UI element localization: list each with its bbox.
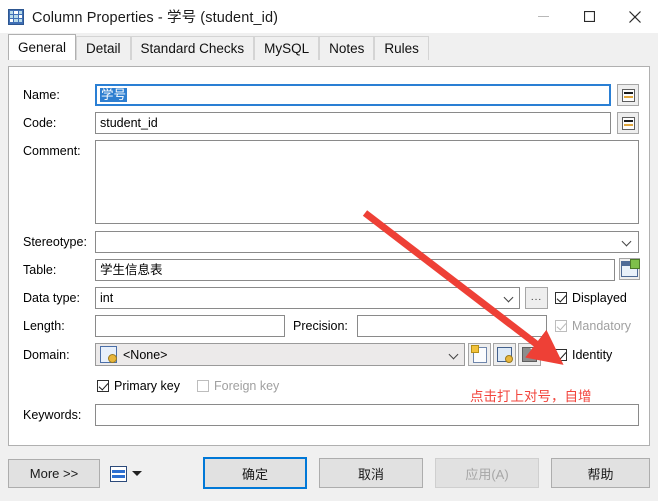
title-bar: Column Properties - 学号 (student_id) — [0, 0, 658, 33]
help-button[interactable]: 帮助 — [551, 458, 650, 488]
folder-icon — [522, 347, 537, 362]
tab-notes[interactable]: Notes — [319, 36, 375, 60]
keywords-label: Keywords: — [23, 408, 82, 422]
length-label: Length: — [23, 319, 65, 333]
displayed-label: Displayed — [572, 291, 627, 305]
precision-input[interactable] — [357, 315, 547, 337]
window-title: Column Properties - 学号 (student_id) — [32, 10, 279, 26]
cancel-button[interactable]: 取消 — [319, 458, 423, 488]
primary-key-checkbox[interactable]: Primary key — [97, 379, 180, 393]
maximize-button[interactable] — [566, 0, 612, 33]
data-type-combobox[interactable]: int — [95, 287, 520, 309]
code-input[interactable]: student_id — [95, 112, 611, 134]
name-equals-button[interactable] — [617, 84, 639, 106]
mandatory-checkbox: Mandatory — [555, 319, 631, 333]
ok-button[interactable]: 确定 — [203, 457, 307, 489]
displayed-checkbox[interactable]: Displayed — [555, 291, 627, 305]
magnifier-icon — [497, 347, 513, 363]
checkbox-box — [555, 292, 567, 304]
table-columns-icon — [8, 8, 24, 25]
keywords-input[interactable] — [95, 404, 639, 426]
domain-properties-button[interactable] — [493, 343, 516, 366]
foreign-key-label: Foreign key — [214, 379, 280, 393]
dialog-footer: More >> 确定 取消 应用(A) 帮助 — [0, 446, 658, 501]
domain-value: <None> — [123, 347, 168, 362]
chevron-down-icon[interactable] — [132, 471, 142, 476]
data-type-label: Data type: — [23, 291, 80, 305]
primary-key-label: Primary key — [114, 379, 180, 393]
tab-bar: General Detail Standard Checks MySQL Not… — [0, 33, 658, 60]
table-input[interactable]: 学生信息表 — [95, 259, 615, 281]
apply-button: 应用(A) — [435, 458, 539, 488]
stereotype-label: Stereotype: — [23, 235, 87, 249]
tab-rules[interactable]: Rules — [374, 36, 429, 60]
domain-select-button[interactable] — [518, 343, 541, 366]
close-button[interactable] — [612, 0, 658, 33]
more-button[interactable]: More >> — [8, 459, 100, 488]
print-icon[interactable] — [110, 466, 127, 482]
tab-general[interactable]: General — [8, 34, 77, 60]
data-type-browse-button[interactable]: ... — [525, 287, 548, 309]
domain-icon — [100, 346, 117, 363]
table-edit-icon — [621, 259, 640, 277]
name-input[interactable]: 学号 — [95, 84, 611, 106]
tab-standard-checks[interactable]: Standard Checks — [130, 36, 255, 60]
checkbox-box — [97, 380, 109, 392]
ellipsis-icon: ... — [530, 292, 543, 303]
checkbox-box — [197, 380, 209, 392]
tab-mysql[interactable]: MySQL — [254, 36, 320, 60]
identity-label: Identity — [572, 348, 613, 362]
domain-create-button[interactable] — [468, 343, 491, 366]
domain-label: Domain: — [23, 348, 70, 362]
checkbox-box — [555, 320, 567, 332]
new-document-icon — [470, 344, 487, 363]
equals-icon — [621, 116, 635, 130]
checkbox-box — [555, 349, 567, 361]
table-properties-button[interactable] — [619, 258, 640, 280]
code-label: Code: — [23, 116, 57, 130]
foreign-key-checkbox: Foreign key — [197, 379, 279, 393]
identity-checkbox[interactable]: Identity — [555, 348, 612, 362]
length-input[interactable] — [95, 315, 285, 337]
minimize-button[interactable] — [520, 0, 566, 33]
tab-detail[interactable]: Detail — [76, 36, 131, 60]
comment-textarea[interactable] — [95, 140, 639, 224]
name-input-value: 学号 — [100, 88, 128, 102]
mandatory-label: Mandatory — [572, 319, 632, 333]
stereotype-combobox[interactable] — [95, 231, 639, 253]
precision-label: Precision: — [293, 319, 348, 333]
name-label: Name: — [23, 88, 60, 102]
equals-icon — [621, 88, 635, 102]
comment-label: Comment: — [23, 144, 81, 158]
code-equals-button[interactable] — [617, 112, 639, 134]
annotation-text: 点击打上对号，自增 — [470, 389, 592, 405]
table-label: Table: — [23, 263, 57, 277]
domain-combobox[interactable]: <None> — [95, 343, 465, 366]
window-controls — [520, 0, 658, 33]
